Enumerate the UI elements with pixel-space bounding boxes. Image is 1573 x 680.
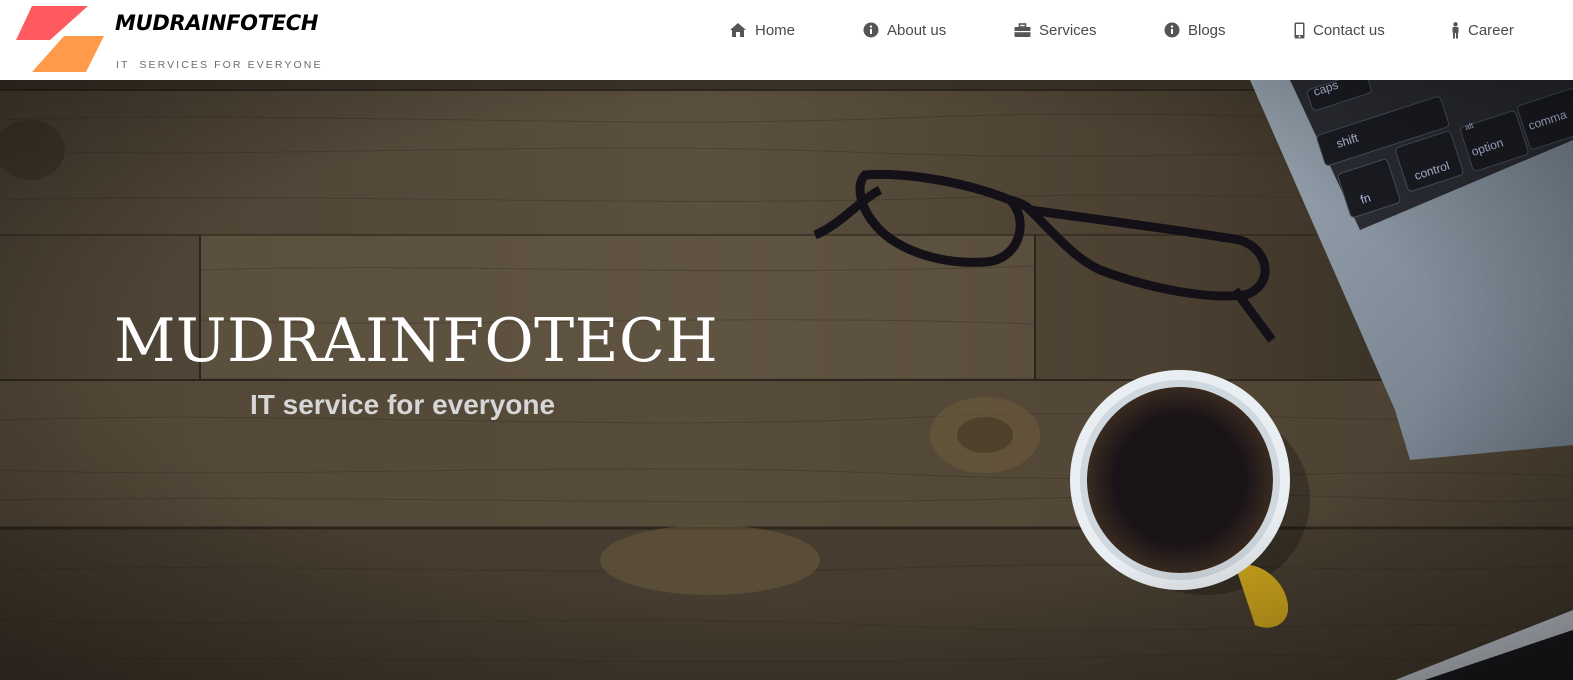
hero-background-image: caps shift fn control alt option comma (0, 80, 1573, 680)
nav-item-about-us[interactable]: About us (863, 19, 946, 41)
nav-item-contact-us[interactable]: Contact us (1294, 19, 1385, 41)
nav-item-services[interactable]: Services (1014, 19, 1097, 41)
home-icon (730, 23, 746, 37)
briefcase-icon (1014, 22, 1031, 37)
nav-item-label: Career (1468, 21, 1514, 39)
brand-tagline: IT SERVICES FOR EVERYONE (116, 59, 323, 71)
info-icon (1164, 22, 1180, 38)
nav-item-home[interactable]: Home (729, 19, 795, 41)
nav-item-label: Blogs (1188, 21, 1226, 39)
nav-item-label: Home (755, 21, 796, 39)
main-nav: Home About us Services Blogs Contact us … (0, 0, 1573, 60)
site-header: MUDRAINFOTECH IT SERVICES FOR EVERYONE H… (0, 0, 1573, 80)
nav-item-label: Services (1039, 21, 1097, 39)
mobile-phone-icon (1294, 22, 1305, 38)
nav-item-label: About us (887, 21, 947, 39)
person-icon (1452, 21, 1459, 38)
nav-item-career[interactable]: Career (1451, 19, 1514, 41)
hero-subtitle: IT service for everyone (250, 389, 556, 420)
hero-title: MUDRAINFOTECH (114, 306, 719, 376)
nav-item-label: Contact us (1313, 21, 1385, 39)
info-icon (863, 22, 879, 38)
nav-item-blogs[interactable]: Blogs (1164, 19, 1226, 41)
hero-banner: caps shift fn control alt option comma M… (0, 80, 1573, 680)
